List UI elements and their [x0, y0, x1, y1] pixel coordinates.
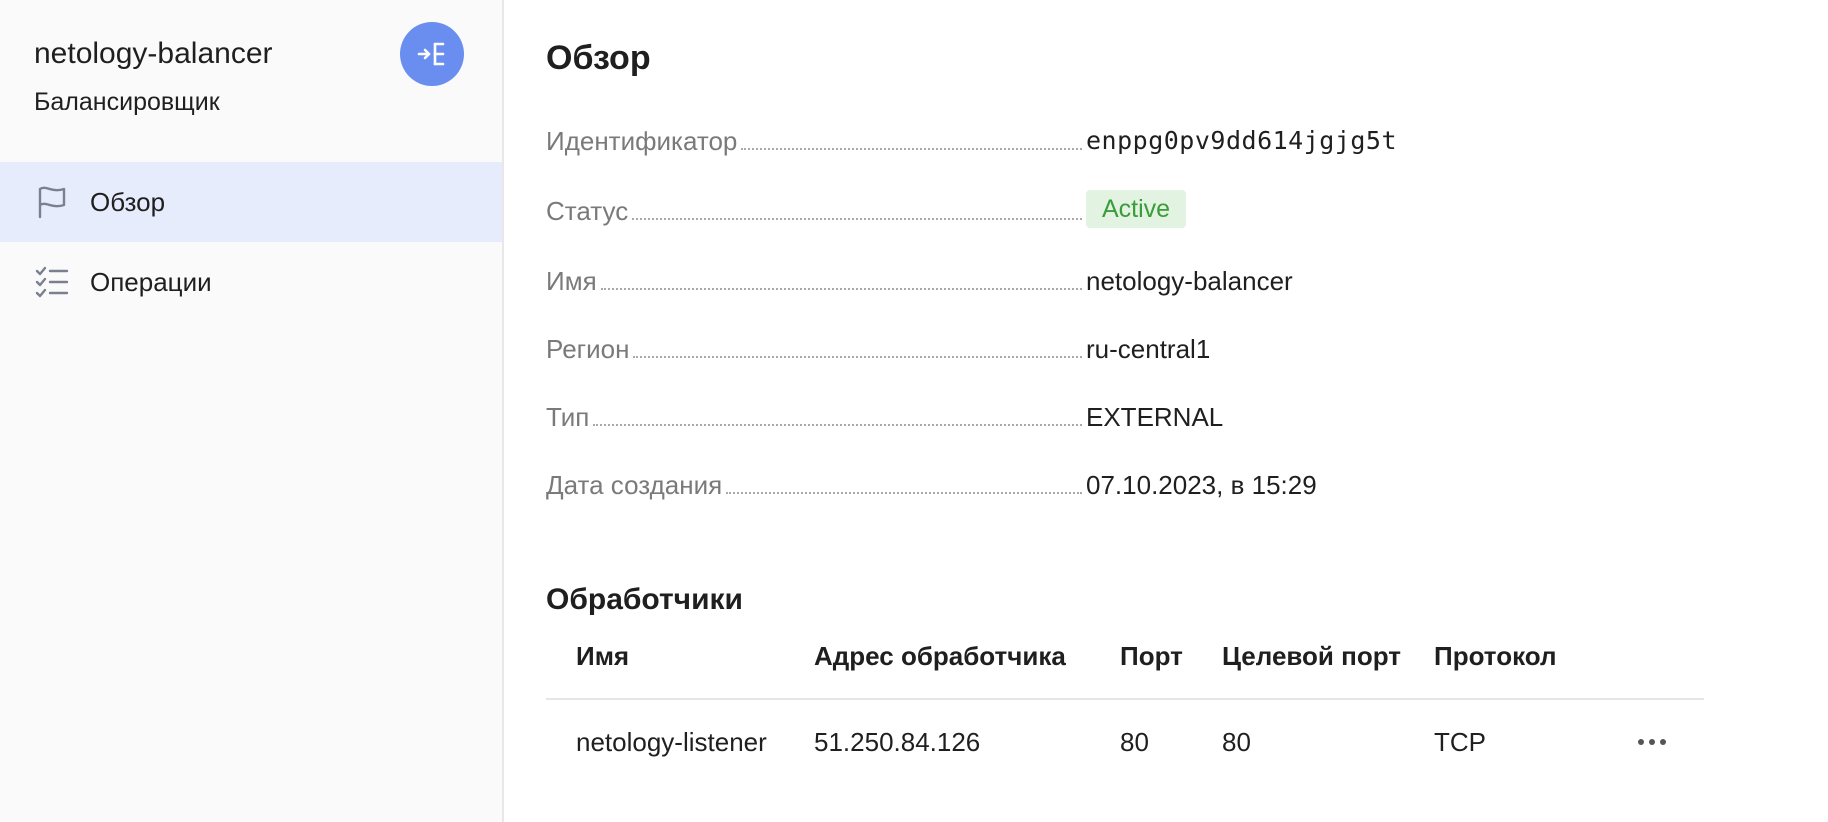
dotted-leader	[741, 147, 1082, 150]
sidebar-item-label: Обзор	[90, 186, 166, 217]
listener-target-port: 80	[1222, 727, 1251, 757]
property-key: Тип	[546, 402, 590, 432]
column-header-port: Порт	[1120, 641, 1183, 671]
more-horizontal-icon[interactable]	[1632, 730, 1672, 754]
listener-name: netology-listener	[576, 727, 767, 757]
resource-type: Балансировщик	[34, 88, 220, 116]
app: netology-balancer Балансировщик Обзор Оп…	[0, 0, 1828, 822]
property-key: Статус	[546, 196, 629, 226]
page-title: Обзор	[546, 39, 651, 77]
dotted-leader	[593, 423, 1082, 426]
property-value: EXTERNAL	[1086, 402, 1224, 432]
section-title-listeners: Обработчики	[546, 583, 743, 616]
property-key: Имя	[546, 266, 597, 296]
main-content: Обзор Идентификатор enppg0pv9dd614jgjg5t…	[546, 0, 1796, 822]
property-value: 07.10.2023, в 15:29	[1086, 470, 1317, 500]
property-row-name: Имя netology-balancer	[546, 258, 1646, 298]
load-balancer-icon	[400, 22, 464, 86]
sidebar-item-label: Операции	[90, 266, 212, 297]
checklist-icon	[34, 264, 70, 300]
property-key: Идентификатор	[546, 126, 738, 156]
sidebar: netology-balancer Балансировщик Обзор Оп…	[0, 0, 504, 822]
column-header-name: Имя	[576, 641, 630, 671]
table-header: Имя Адрес обработчика Порт Целевой порт …	[546, 636, 1704, 700]
listeners-table: Имя Адрес обработчика Порт Целевой порт …	[546, 636, 1704, 780]
sidebar-item-overview[interactable]: Обзор	[0, 162, 502, 242]
property-key: Регион	[546, 334, 630, 364]
dotted-leader	[632, 217, 1082, 220]
dotted-leader	[600, 287, 1082, 290]
property-row-type: Тип EXTERNAL	[546, 394, 1646, 434]
table-row: netology-listener 51.250.84.126 80 80 TC…	[546, 700, 1704, 780]
flag-icon	[34, 184, 70, 220]
dotted-leader	[633, 355, 1082, 358]
listener-protocol: TCP	[1434, 727, 1486, 757]
property-value: netology-balancer	[1086, 266, 1293, 296]
column-header-protocol: Протокол	[1434, 641, 1557, 671]
property-row-id: Идентификатор enppg0pv9dd614jgjg5t	[546, 118, 1646, 158]
resource-id-value[interactable]: enppg0pv9dd614jgjg5t	[1086, 124, 1397, 158]
property-row-status: Статус Active	[546, 188, 1646, 228]
column-header-address: Адрес обработчика	[814, 641, 1066, 671]
listener-port: 80	[1120, 727, 1149, 757]
column-header-target-port: Целевой порт	[1222, 641, 1401, 671]
sidebar-item-operations[interactable]: Операции	[0, 242, 502, 322]
property-key: Дата создания	[546, 470, 723, 500]
property-row-created: Дата создания 07.10.2023, в 15:29	[546, 462, 1646, 502]
property-row-region: Регион ru-central1	[546, 326, 1646, 366]
sidebar-nav: Обзор Операции	[0, 162, 502, 322]
resource-title: netology-balancer	[34, 37, 273, 70]
listener-address: 51.250.84.126	[814, 727, 981, 757]
dotted-leader	[726, 491, 1082, 494]
status-badge: Active	[1086, 190, 1187, 228]
property-value: ru-central1	[1086, 334, 1211, 364]
